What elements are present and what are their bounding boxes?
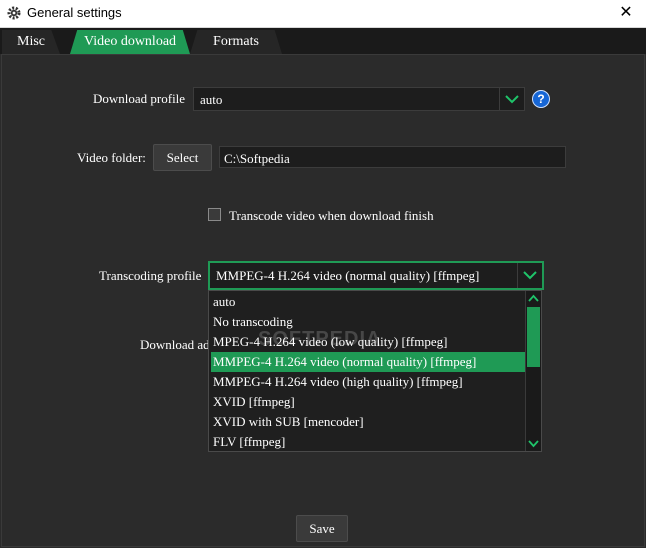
download-profile-value: auto: [200, 92, 223, 107]
download-profile-select[interactable]: auto: [193, 87, 525, 111]
video-folder-path: C:\Softpedia: [224, 151, 290, 166]
transcode-checkbox-label: Transcode video when download finish: [229, 208, 434, 223]
transcoding-profile-select[interactable]: MMPEG-4 H.264 video (normal quality) [ff…: [208, 261, 544, 290]
download-label-partial: Download ad: [140, 337, 210, 352]
transcoding-profile-value: MMPEG-4 H.264 video (normal quality) [ff…: [216, 268, 480, 283]
chevron-down-icon[interactable]: [517, 263, 542, 288]
select-folder-button[interactable]: Select: [153, 144, 212, 171]
scroll-up-icon[interactable]: [527, 292, 540, 306]
dropdown-option-selected[interactable]: MMPEG-4 H.264 video (normal quality) [ff…: [211, 352, 525, 372]
gear-icon: [7, 6, 21, 20]
dropdown-scrollbar[interactable]: [525, 291, 541, 451]
scroll-thumb[interactable]: [527, 307, 540, 367]
title-bar: General settings ✕: [0, 0, 646, 28]
download-profile-label: Download profile: [93, 91, 186, 106]
dropdown-option[interactable]: MMPEG-4 H.264 video (high quality) [ffmp…: [211, 372, 525, 392]
close-icon[interactable]: ✕: [616, 2, 636, 22]
help-icon[interactable]: ?: [532, 90, 550, 108]
transcode-checkbox[interactable]: [208, 208, 221, 221]
scroll-down-icon[interactable]: [527, 436, 540, 450]
transcoding-profile-label: Transcoding profile: [99, 268, 202, 283]
tab-video-download[interactable]: Video download: [70, 30, 190, 54]
tab-bar: Misc Video download Formats: [0, 28, 646, 54]
softpedia-watermark: SOFTPEDIA: [258, 328, 382, 350]
tab-formats[interactable]: Formats: [190, 30, 282, 54]
dropdown-option[interactable]: XVID [ffmpeg]: [211, 392, 525, 412]
dropdown-option[interactable]: FLV [ffmpeg]: [211, 432, 525, 451]
chevron-down-icon[interactable]: [499, 88, 524, 110]
dropdown-option[interactable]: XVID with SUB [mencoder]: [211, 412, 525, 432]
tab-misc[interactable]: Misc: [2, 30, 60, 54]
video-folder-label: Video folder:: [77, 150, 146, 165]
video-folder-field[interactable]: C:\Softpedia: [219, 146, 566, 168]
transcoding-profile-dropdown[interactable]: auto No transcoding MPEG-4 H.264 video (…: [208, 290, 542, 452]
window-title: General settings: [27, 5, 122, 20]
save-button[interactable]: Save: [296, 515, 348, 542]
dropdown-option[interactable]: auto: [211, 292, 525, 312]
